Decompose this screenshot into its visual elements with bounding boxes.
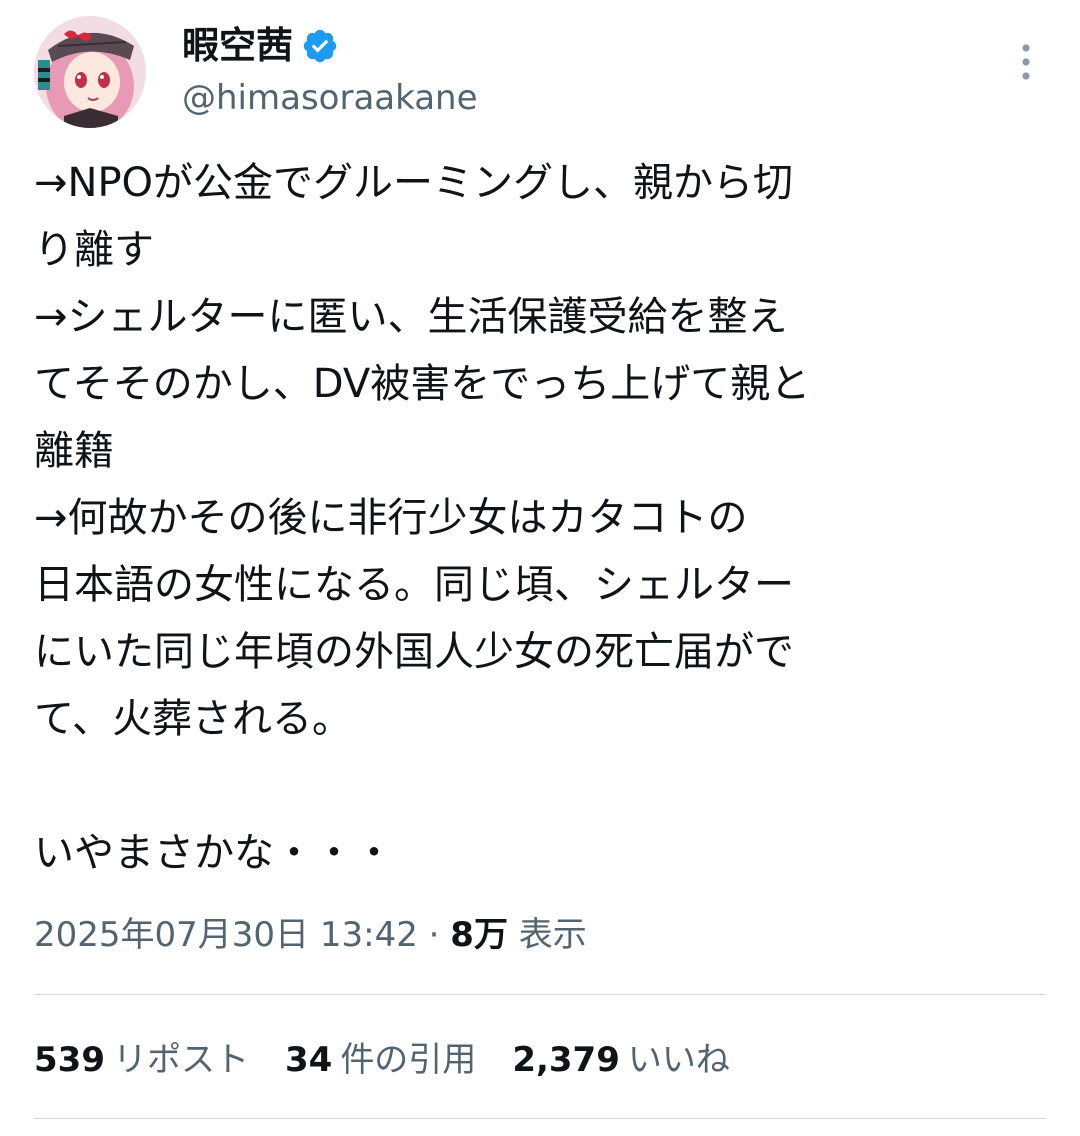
quotes-label: 件の引用 (340, 1040, 477, 1080)
likes-stat[interactable]: 2,379 いいね (512, 1030, 730, 1090)
display-name-row: 暇空茜 (182, 22, 478, 70)
likes-count: 2,379 (512, 1040, 620, 1080)
divider-top (34, 994, 1046, 995)
meta-separator: · (428, 915, 440, 955)
reposts-count: 539 (34, 1040, 105, 1080)
tweet-header: 暇空茜 @himasoraakane (34, 16, 1046, 132)
avatar-image (34, 16, 146, 128)
divider-bottom (34, 1118, 1046, 1119)
avatar[interactable] (34, 16, 146, 128)
reposts-label: リポスト (112, 1040, 249, 1080)
timestamp[interactable]: 2025年07月30日 13:42 (34, 915, 418, 955)
engagement-stats: 539 リポスト 34 件の引用 2,379 いいね (34, 1030, 766, 1090)
quotes-count: 34 (284, 1040, 333, 1080)
likes-label: いいね (627, 1040, 730, 1080)
tweet-meta: 2025年07月30日 13:42 · 8万 表示 (34, 908, 587, 962)
display-name[interactable]: 暇空茜 (182, 22, 293, 70)
reposts-stat[interactable]: 539 リポスト (34, 1030, 249, 1090)
verified-badge-icon (303, 29, 337, 63)
more-options-icon[interactable] (1014, 42, 1038, 82)
views-count: 8万 (450, 915, 508, 955)
tweet-text: →NPOが公金でグルーミングし、親から切 り離す →シェルターに匿い、生活保護受… (34, 160, 811, 876)
author-names: 暇空茜 @himasoraakane (182, 22, 478, 122)
user-handle[interactable]: @himasoraakane (182, 74, 478, 122)
views-label: 表示 (518, 915, 587, 955)
quotes-stat[interactable]: 34 件の引用 (285, 1030, 476, 1090)
